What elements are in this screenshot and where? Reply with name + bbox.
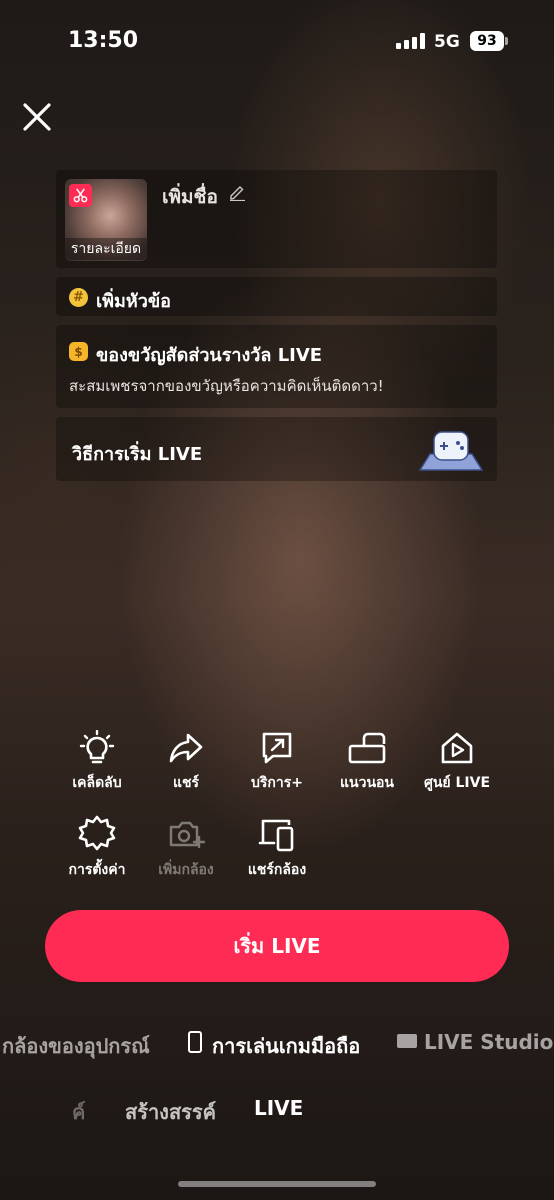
mode-device-camera[interactable]: กล้องของอุปกรณ์	[2, 1030, 150, 1062]
close-icon	[23, 103, 51, 131]
share-camera-button[interactable]: แชร์กล้อง	[232, 815, 322, 881]
lightbulb-icon	[79, 730, 115, 764]
cover-details-label[interactable]: รายละเอียด	[65, 238, 147, 260]
mode-live-studio[interactable]: LIVE Studio	[424, 1030, 553, 1054]
settings-label: การตั้งค่า	[68, 862, 126, 878]
start-live-button[interactable]: เริ่ม LIVE	[45, 910, 509, 982]
tab-live[interactable]: LIVE	[254, 1096, 303, 1120]
network-type: 5G	[434, 32, 460, 52]
tips-button[interactable]: เคล็ดลับ	[52, 730, 142, 794]
home-indicator	[178, 1181, 376, 1187]
coin-icon: $	[69, 342, 88, 361]
share-arrow-icon	[169, 733, 203, 763]
share-camera-label: แชร์กล้อง	[247, 862, 307, 878]
landscape-button[interactable]: แนวนอน	[322, 730, 412, 794]
battery-icon: 93	[470, 31, 504, 51]
share-label: แชร์	[172, 775, 200, 791]
signal-icon	[396, 33, 426, 49]
gift-rewards-subtitle: สะสมเพชรจากของขวัญหรือความคิดเห็นติดดาว!	[69, 377, 384, 395]
pencil-icon[interactable]	[228, 183, 246, 202]
mode-mobile-gaming[interactable]: การเล่นเกมมือถือ	[212, 1030, 360, 1062]
live-center-button[interactable]: ศูนย์ LIVE	[412, 730, 502, 794]
gift-rewards-title: ของขวัญสัดส่วนรางวัล LIVE	[96, 345, 323, 366]
battery-tip	[505, 37, 508, 45]
tab-partial[interactable]: ค์	[72, 1096, 85, 1128]
add-topic-label: เพิ่มหัวข้อ	[96, 291, 171, 312]
services-label: บริการ+	[251, 775, 303, 791]
hashtag-icon: #	[69, 288, 88, 307]
add-title-input[interactable]: เพิ่มชื่อ	[162, 182, 218, 212]
camera-plus-icon	[169, 821, 205, 849]
live-center-label: ศูนย์ LIVE	[423, 775, 491, 791]
gamepad-illustration-icon	[416, 424, 486, 476]
rotate-landscape-icon	[348, 732, 386, 764]
phone-icon	[188, 1031, 202, 1053]
status-time: 13:50	[68, 28, 139, 53]
tips-label: เคล็ดลับ	[72, 775, 122, 791]
gear-icon	[78, 815, 116, 851]
settings-button[interactable]: การตั้งค่า	[52, 815, 142, 881]
live-home-icon	[441, 732, 473, 764]
services-button[interactable]: บริการ+	[232, 730, 322, 794]
chat-link-icon	[262, 732, 292, 764]
tab-create[interactable]: สร้างสรรค์	[125, 1096, 216, 1128]
devices-icon	[258, 819, 294, 852]
add-camera-label: เพิ่มกล้อง	[158, 862, 214, 878]
how-to-start-label: วิธีการเริ่ม LIVE	[72, 444, 203, 465]
landscape-label: แนวนอน	[339, 775, 394, 791]
add-camera-button[interactable]: เพิ่มกล้อง	[141, 815, 231, 881]
share-button[interactable]: แชร์	[141, 730, 231, 794]
close-button[interactable]	[20, 100, 54, 134]
scissors-icon[interactable]	[69, 184, 92, 207]
monitor-icon	[397, 1034, 417, 1048]
